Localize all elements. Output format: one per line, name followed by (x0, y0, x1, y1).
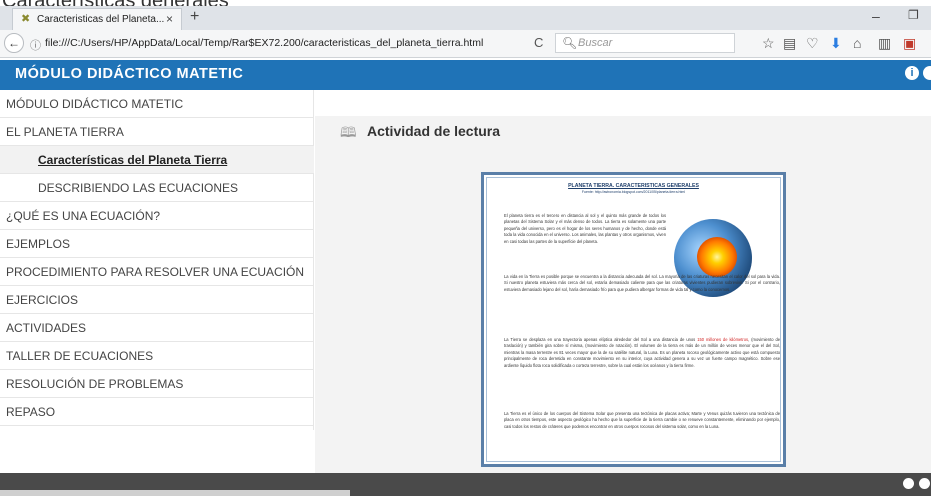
tab-close-icon[interactable]: × (166, 12, 173, 26)
horizontal-scrollbar[interactable] (0, 490, 350, 496)
search-placeholder: Buscar (578, 37, 613, 49)
home-icon[interactable]: ⌂ (853, 35, 861, 51)
url-bar[interactable]: file:///C:/Users/HP/AppData/Local/Temp/R… (45, 37, 483, 49)
back-button-icon[interactable]: ← (4, 33, 24, 53)
content-header (315, 90, 931, 116)
document-paragraph-3: La Tierra se desplaza en una trayectoria… (504, 337, 780, 369)
library-icon[interactable]: ▥ (878, 35, 891, 52)
extension-icon[interactable]: ▣ (903, 35, 916, 52)
window-maximize-icon[interactable]: ❐ (908, 8, 919, 22)
menu-icon[interactable] (923, 66, 931, 80)
tab-title: Caracteristicas del Planeta... (37, 14, 165, 25)
highlighted-distance: 150 millones de kilómetros (697, 337, 749, 342)
sidebar-item-procedimiento[interactable]: PROCEDIMIENTO PARA RESOLVER UNA ECUACIÓN (0, 258, 314, 286)
paragraph-3-start: La Tierra se desplaza en una trayectoria… (504, 337, 696, 342)
document-source: Fuente: http://astronomia.blogspot.com/2… (581, 190, 686, 194)
reading-list-icon[interactable]: ▤ (783, 35, 796, 52)
info-icon[interactable]: i (905, 66, 919, 80)
document-paragraph-2: La vida en la Tierra es posible porque s… (504, 274, 780, 292)
sidebar-item-ejercicios[interactable]: EJERCICIOS (0, 286, 314, 314)
document-title: PLANETA TIERRA. CARACTERISTICAS GENERALE… (568, 183, 699, 189)
sidebar-item-actividades[interactable]: ACTIVIDADES (0, 314, 314, 342)
search-icon: 🔍︎ (562, 36, 578, 50)
sidebar-item-describiendo[interactable]: DESCRIBIENDO LAS ECUACIONES (0, 174, 314, 202)
pocket-icon[interactable]: ♡ (806, 35, 819, 52)
earth-core-image (697, 237, 737, 277)
next-page-icon[interactable] (919, 478, 930, 489)
sidebar-item-que-es-ecuacion[interactable]: ¿QUÉ ES UNA ECUACIÓN? (0, 202, 314, 230)
book-icon: 🕮 (340, 124, 357, 140)
sidebar-item-caracteristicas[interactable]: Características del Planeta Tierra (0, 146, 314, 174)
download-icon[interactable]: ⬇ (830, 35, 842, 52)
window-minimize-icon[interactable]: – (872, 8, 880, 24)
search-input[interactable]: 🔍︎ Buscar (555, 33, 735, 53)
document-paragraph-4: La Tierra es el único de los cuerpos del… (504, 411, 780, 429)
reading-document: PLANETA TIERRA. CARACTERISTICAS GENERALE… (481, 172, 786, 467)
reload-icon[interactable]: C (534, 35, 543, 50)
sidebar-item-resolucion[interactable]: RESOLUCIÓN DE PROBLEMAS (0, 370, 314, 398)
tab-favicon-icon: ✖ (21, 13, 31, 25)
bookmark-star-icon[interactable]: ☆ (762, 35, 775, 52)
document-paragraph-1: El planeta tierra es el tercero en dista… (504, 213, 666, 244)
previous-page-icon[interactable] (903, 478, 914, 489)
content-title: Actividad de lectura (367, 123, 501, 139)
sidebar-item-ejemplos[interactable]: EJEMPLOS (0, 230, 314, 258)
sidebar-item-modulo[interactable]: MÓDULO DIDÁCTICO MATETIC (0, 90, 314, 118)
sidebar-item-planeta-tierra[interactable]: EL PLANETA TIERRA (0, 118, 314, 146)
browser-tab[interactable]: ✖ Caracteristicas del Planeta... × (12, 8, 182, 30)
site-info-icon[interactable]: ⓘ (30, 37, 41, 53)
sidebar: MÓDULO DIDÁCTICO MATETIC EL PLANETA TIER… (0, 90, 314, 430)
app-title: MÓDULO DIDÁCTICO MATETIC (15, 66, 244, 82)
new-tab-icon[interactable]: + (190, 8, 199, 26)
sidebar-item-repaso[interactable]: REPASO (0, 398, 314, 426)
sidebar-item-taller[interactable]: TALLER DE ECUACIONES (0, 342, 314, 370)
